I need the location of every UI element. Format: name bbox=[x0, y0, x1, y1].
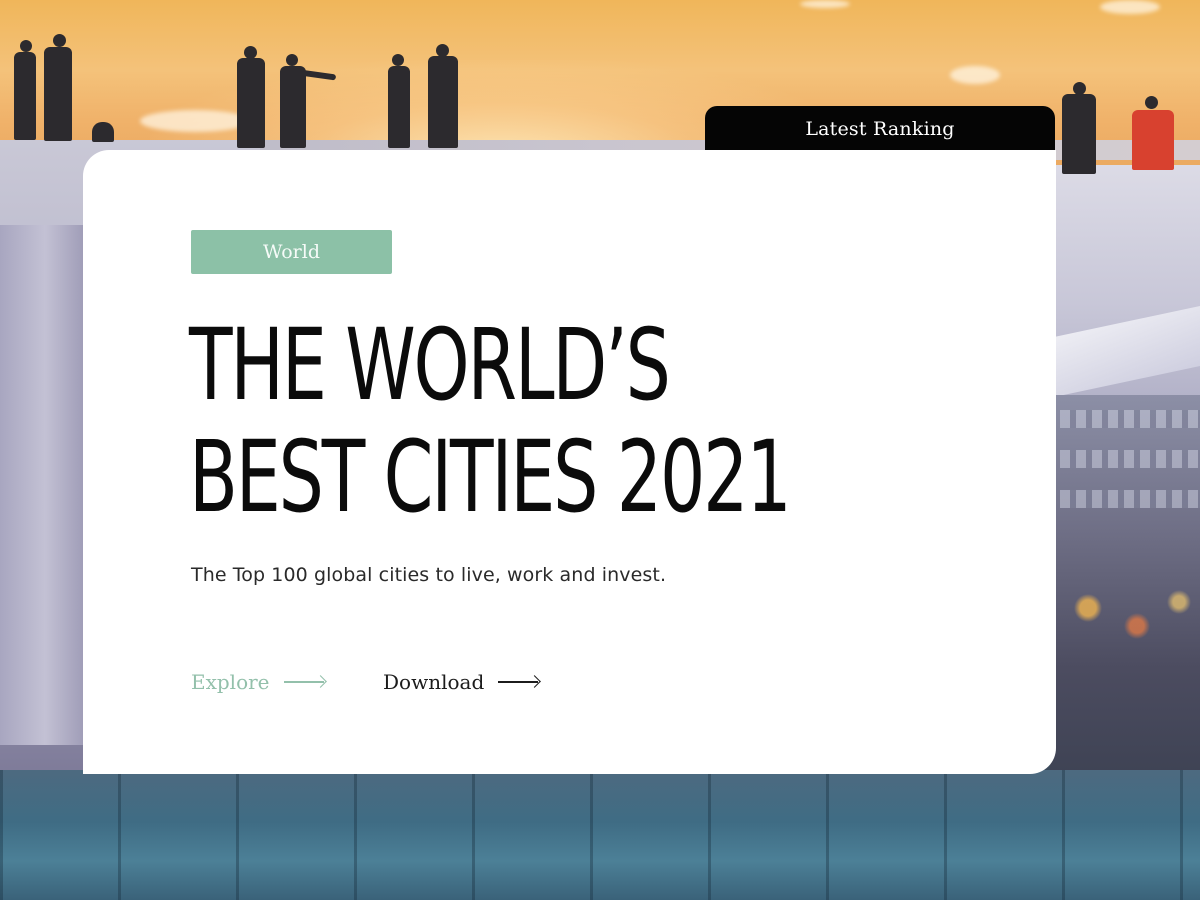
marble-wall bbox=[0, 225, 90, 745]
person-silhouette bbox=[20, 40, 32, 52]
title-line-2: BEST CITIES 2021 bbox=[189, 420, 792, 535]
person-silhouette bbox=[92, 122, 114, 142]
window-row bbox=[1060, 410, 1200, 428]
cloud bbox=[950, 66, 1000, 84]
page-title: THE WORLD’S BEST CITIES 2021 bbox=[189, 308, 792, 535]
cloud bbox=[140, 110, 250, 132]
arrow-right-icon bbox=[283, 676, 326, 688]
category-label: World bbox=[263, 241, 320, 263]
person-silhouette bbox=[44, 47, 72, 141]
title-line-1: THE WORLD’S bbox=[189, 308, 671, 423]
person-silhouette bbox=[1062, 94, 1096, 174]
cloud bbox=[1100, 0, 1160, 14]
person-silhouette bbox=[237, 58, 265, 148]
category-badge[interactable]: World bbox=[191, 230, 392, 274]
person-silhouette bbox=[1145, 96, 1158, 109]
download-link[interactable]: Download bbox=[383, 670, 540, 694]
explore-link[interactable]: Explore bbox=[191, 670, 326, 694]
latest-ranking-tab[interactable]: Latest Ranking bbox=[705, 106, 1055, 152]
window-row bbox=[1060, 490, 1200, 508]
person-silhouette bbox=[1132, 110, 1174, 170]
person-silhouette bbox=[14, 52, 36, 140]
person-silhouette bbox=[53, 34, 66, 47]
water-stripes bbox=[0, 770, 1200, 900]
city-lights bbox=[1060, 560, 1200, 680]
person-silhouette bbox=[286, 54, 298, 66]
latest-ranking-label: Latest Ranking bbox=[805, 118, 955, 140]
download-label: Download bbox=[383, 670, 485, 694]
explore-label: Explore bbox=[191, 670, 270, 694]
page-subtitle: The Top 100 global cities to live, work … bbox=[191, 564, 667, 586]
person-silhouette bbox=[388, 66, 410, 148]
window-row bbox=[1060, 450, 1200, 468]
person-silhouette bbox=[280, 66, 306, 148]
cloud bbox=[800, 0, 850, 8]
hero-card: World THE WORLD’S BEST CITIES 2021 The T… bbox=[83, 150, 1056, 774]
arrow-right-icon bbox=[498, 676, 540, 688]
person-silhouette bbox=[392, 54, 404, 66]
person-silhouette bbox=[428, 56, 458, 148]
